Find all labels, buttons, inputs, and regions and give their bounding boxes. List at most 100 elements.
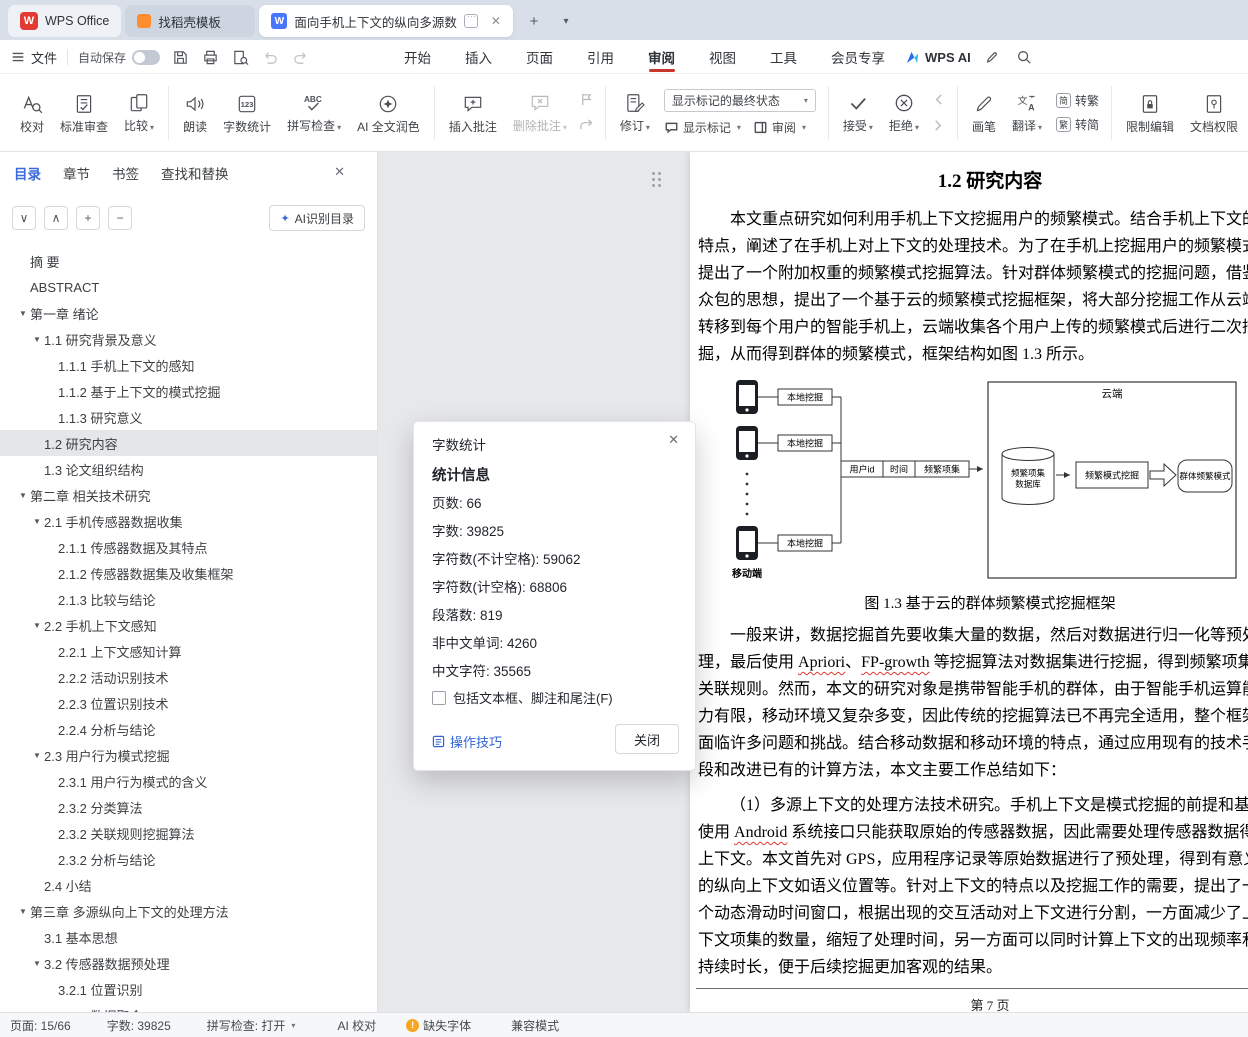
standard-review-button[interactable]: 标准审查 bbox=[52, 82, 116, 144]
status-compat-mode[interactable]: 兼容模式 bbox=[511, 1017, 559, 1034]
menu-tab-1[interactable]: 插入 bbox=[465, 40, 492, 74]
tab-docer-templates[interactable]: 找稻壳模板 bbox=[125, 5, 255, 37]
word-count-button[interactable]: 123 字数统计 bbox=[215, 82, 279, 144]
toc-item[interactable]: 摘 要 bbox=[0, 248, 377, 274]
document-page[interactable]: 1.2 研究内容 本文重点研究如何利用手机上下文挖掘用户的频繁模式。结合手机上下… bbox=[690, 152, 1248, 1012]
save-button[interactable] bbox=[170, 47, 190, 67]
menu-tab-3[interactable]: 引用 bbox=[587, 40, 614, 74]
toc-item[interactable]: 1.1.2 基于上下文的模式挖掘 bbox=[0, 378, 377, 404]
track-changes-button[interactable]: 修订▾ bbox=[612, 82, 658, 144]
toc-expand-arrow[interactable]: ▼ bbox=[30, 959, 44, 968]
spell-check-button[interactable]: ABC 拼写检查▾ bbox=[279, 82, 349, 144]
include-textbox-option[interactable]: 包括文本框、脚注和尾注(F) bbox=[432, 688, 613, 707]
autosave-toggle[interactable] bbox=[132, 50, 160, 65]
toc-expand-button[interactable]: ∧ bbox=[44, 206, 68, 230]
search-icon[interactable] bbox=[1014, 47, 1034, 67]
toc-item[interactable]: 2.3.1 用户行为模式的含义 bbox=[0, 768, 377, 794]
status-spell-check[interactable]: 拼写检查: 打开▾ bbox=[207, 1017, 296, 1034]
reject-revision-button[interactable]: 拒绝▾ bbox=[881, 82, 927, 144]
previous-revision-button[interactable] bbox=[930, 91, 948, 109]
ai-recognize-toc-button[interactable]: ✦ AI识别目录 bbox=[269, 205, 365, 231]
toc-expand-arrow[interactable]: ▼ bbox=[16, 907, 30, 916]
toc-item[interactable]: ▼2.2 手机上下文感知 bbox=[0, 612, 377, 638]
menu-tab-6[interactable]: 工具 bbox=[770, 40, 797, 74]
toc-item[interactable]: ▼第三章 多源纵向上下文的处理方法 bbox=[0, 898, 377, 924]
review-pane-button[interactable]: 审阅▾ bbox=[753, 119, 806, 136]
redo-button[interactable] bbox=[290, 47, 310, 67]
compare-button[interactable]: 比较▾ bbox=[116, 82, 162, 144]
tips-link[interactable]: 操作技巧 bbox=[432, 732, 502, 751]
toc-zoom-in-button[interactable]: + bbox=[76, 206, 100, 230]
menu-tab-0[interactable]: 开始 bbox=[404, 40, 431, 74]
read-aloud-button[interactable]: 朗读 bbox=[175, 82, 215, 144]
proofread-button[interactable]: 校对 bbox=[12, 82, 52, 144]
toc-item[interactable]: 2.1.1 传感器数据及其特点 bbox=[0, 534, 377, 560]
status-missing-font[interactable]: ! 缺失字体 bbox=[406, 1017, 471, 1034]
translate-button[interactable]: 文A 翻译▾ bbox=[1004, 82, 1050, 144]
toc-zoom-out-button[interactable]: − bbox=[108, 206, 132, 230]
toc-item[interactable]: 3.2.2 数据聚合 bbox=[0, 1002, 377, 1012]
tab-wps-office[interactable]: W WPS Office bbox=[8, 5, 121, 37]
toc-item[interactable]: ▼3.2 传感器数据预处理 bbox=[0, 950, 377, 976]
dialog-close-icon[interactable]: ✕ bbox=[668, 432, 679, 448]
delete-comment-button[interactable]: 删除批注▾ bbox=[505, 82, 575, 144]
next-revision-button[interactable] bbox=[930, 117, 948, 135]
toc-item[interactable]: ▼第一章 绪论 bbox=[0, 300, 377, 326]
pen-annotate-button[interactable]: 画笔 bbox=[964, 82, 1004, 144]
toc-item[interactable]: ▼第二章 相关技术研究 bbox=[0, 482, 377, 508]
tab-current-document[interactable]: W 面向手机上下文的纵向多源数 ✕ bbox=[259, 5, 513, 37]
toc-item[interactable]: 2.2.3 位置识别技术 bbox=[0, 690, 377, 716]
sidebar-tab-3[interactable]: 查找和替换 bbox=[161, 163, 229, 183]
undo-button[interactable] bbox=[260, 47, 280, 67]
to-simplified-button[interactable]: 繁 转简 bbox=[1056, 116, 1099, 133]
status-page-indicator[interactable]: 页面: 15/66 bbox=[10, 1017, 71, 1034]
toc-item[interactable]: 2.2.4 分析与结论 bbox=[0, 716, 377, 742]
paragraph-drag-handle[interactable] bbox=[652, 172, 666, 190]
toc-item[interactable]: 2.3.2 关联规则挖掘算法 bbox=[0, 820, 377, 846]
toc-item[interactable]: 2.4 小结 bbox=[0, 872, 377, 898]
status-word-count[interactable]: 字数: 39825 bbox=[107, 1017, 171, 1034]
insert-comment-button[interactable]: 插入批注 bbox=[441, 82, 505, 144]
toc-item[interactable]: 1.1.1 手机上下文的感知 bbox=[0, 352, 377, 378]
status-ai-proofread[interactable]: AI 校对 bbox=[337, 1017, 376, 1034]
restrict-editing-button[interactable]: 限制编辑 bbox=[1118, 82, 1182, 144]
toc-item[interactable]: 1.3 论文组织结构 bbox=[0, 456, 377, 482]
file-menu-button[interactable]: 文件 bbox=[10, 48, 57, 67]
sidebar-tab-0[interactable]: 目录 bbox=[14, 163, 41, 183]
menu-tab-7[interactable]: 会员专享 bbox=[831, 40, 885, 74]
to-traditional-button[interactable]: 简 转繁 bbox=[1056, 92, 1099, 109]
previous-comment-button[interactable] bbox=[578, 91, 596, 109]
edit-mode-icon[interactable] bbox=[982, 47, 1002, 67]
toc-item[interactable]: ABSTRACT bbox=[0, 274, 377, 300]
toc-expand-arrow[interactable]: ▼ bbox=[30, 517, 44, 526]
next-comment-button[interactable] bbox=[578, 117, 596, 135]
toc-item[interactable]: 2.2.1 上下文感知计算 bbox=[0, 638, 377, 664]
markup-state-dropdown[interactable]: 显示标记的最终状态▾ bbox=[664, 89, 816, 112]
close-tab-icon[interactable]: ✕ bbox=[491, 14, 501, 28]
toc-item[interactable]: 2.3.2 分析与结论 bbox=[0, 846, 377, 872]
toc-collapse-button[interactable]: ∨ bbox=[12, 206, 36, 230]
accept-revision-button[interactable]: 接受▾ bbox=[835, 82, 881, 144]
close-dialog-button[interactable]: 关闭 bbox=[615, 724, 679, 754]
print-preview-button[interactable] bbox=[230, 47, 250, 67]
menu-tab-4[interactable]: 审阅 bbox=[648, 40, 675, 74]
toc-item[interactable]: 2.3.2 分类算法 bbox=[0, 794, 377, 820]
toc-expand-arrow[interactable]: ▼ bbox=[30, 621, 44, 630]
toc-item[interactable]: 1.2 研究内容 bbox=[0, 430, 377, 456]
toc-item[interactable]: ▼2.1 手机传感器数据收集 bbox=[0, 508, 377, 534]
checkbox[interactable] bbox=[432, 691, 446, 705]
toc-item[interactable]: ▼2.3 用户行为模式挖掘 bbox=[0, 742, 377, 768]
print-button[interactable] bbox=[200, 47, 220, 67]
toc-expand-arrow[interactable]: ▼ bbox=[16, 309, 30, 318]
toc-item[interactable]: 3.1 基本思想 bbox=[0, 924, 377, 950]
document-permission-button[interactable]: 文档权限 bbox=[1182, 82, 1246, 144]
toc-item[interactable]: 1.1.3 研究意义 bbox=[0, 404, 377, 430]
wps-ai-button[interactable]: WPS AI bbox=[905, 40, 971, 74]
new-tab-button[interactable]: + bbox=[523, 10, 545, 32]
toc-item[interactable]: 2.2.2 活动识别技术 bbox=[0, 664, 377, 690]
ai-polish-button[interactable]: AI 全文润色 bbox=[349, 82, 428, 144]
sidebar-tab-2[interactable]: 书签 bbox=[112, 163, 139, 183]
menu-tab-2[interactable]: 页面 bbox=[526, 40, 553, 74]
toc-item[interactable]: 2.1.2 传感器数据集及收集框架 bbox=[0, 560, 377, 586]
menu-tab-5[interactable]: 视图 bbox=[709, 40, 736, 74]
